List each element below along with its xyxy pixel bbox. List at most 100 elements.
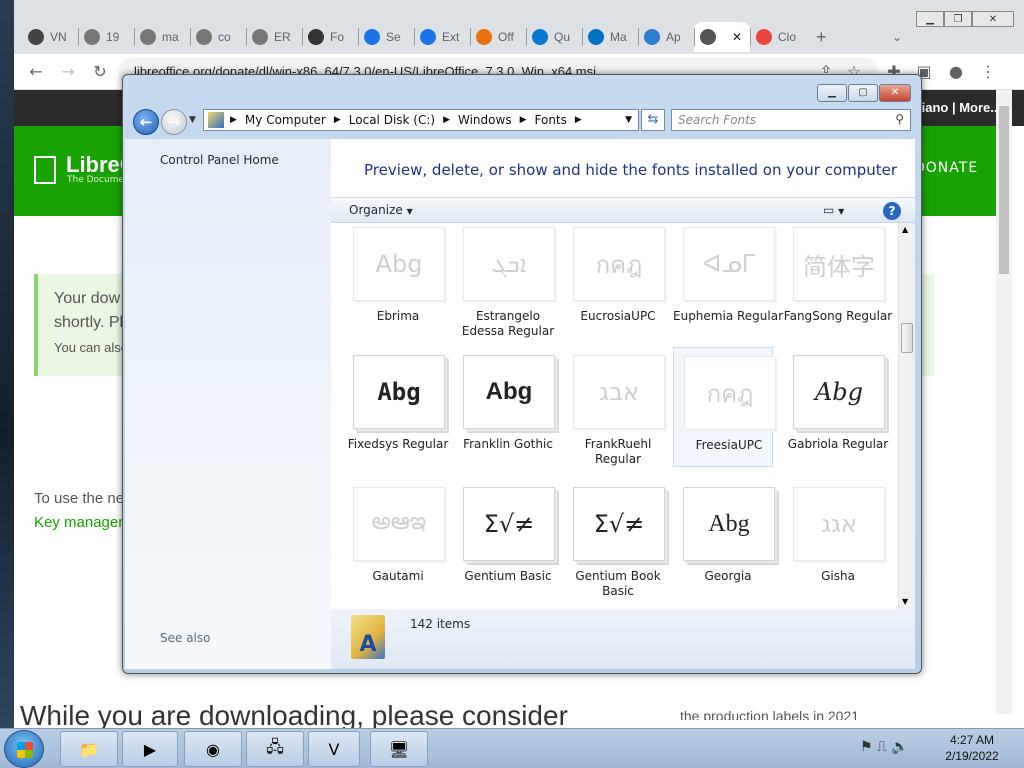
- browser-tab[interactable]: co: [190, 22, 246, 52]
- forward-icon[interactable]: →: [56, 60, 80, 84]
- maximize-button[interactable]: ❐: [944, 11, 972, 27]
- tab-search-dropdown-icon[interactable]: ⌄: [886, 22, 908, 52]
- taskbar-vscode-icon[interactable]: V: [308, 731, 360, 767]
- help-icon[interactable]: ?: [883, 202, 901, 220]
- taskbar-explorer-icon[interactable]: 📁: [60, 731, 118, 767]
- browser-tab[interactable]: ✕: [694, 22, 750, 52]
- browser-tab[interactable]: Ext: [414, 22, 470, 52]
- back-icon[interactable]: ←: [24, 60, 48, 84]
- control-panel-home-link[interactable]: Control Panel Home: [160, 153, 279, 167]
- browser-tab[interactable]: Se: [358, 22, 414, 52]
- reload-icon[interactable]: ↻: [88, 60, 112, 84]
- breadcrumb-fonts[interactable]: Fonts: [535, 113, 567, 127]
- tab-favicon-icon: [252, 29, 268, 45]
- scroll-down-icon[interactable]: ▼: [902, 597, 908, 606]
- volume-icon[interactable]: 🔈: [891, 739, 908, 755]
- font-item[interactable]: 简体字 FangSong Regular: [783, 223, 892, 339]
- taskbar-clock[interactable]: 4:27 AM 2/19/2022: [940, 732, 1004, 764]
- fonts-scrollbar[interactable]: ▲ ▼: [898, 223, 915, 609]
- taskbar-network-icon[interactable]: 🖧: [246, 731, 304, 767]
- refresh-icon[interactable]: ⇆: [641, 109, 665, 131]
- font-name-label: Gentium Basic: [464, 569, 552, 583]
- explorer-forward-button[interactable]: →: [161, 109, 187, 135]
- search-fonts-input[interactable]: Search Fonts ⚲: [671, 109, 911, 131]
- explorer-maximize-button[interactable]: ▢: [848, 84, 878, 102]
- breadcrumb-windows[interactable]: Windows: [458, 113, 512, 127]
- breadcrumb-local-disk[interactable]: Local Disk (C:): [349, 113, 435, 127]
- breadcrumb-separator-icon[interactable]: ▶: [443, 115, 450, 125]
- browser-tab[interactable]: ma: [134, 22, 190, 52]
- browser-tab[interactable]: Ma: [582, 22, 638, 52]
- tab-label: Qu: [554, 30, 571, 44]
- browser-tab[interactable]: Off: [470, 22, 526, 52]
- explorer-back-button[interactable]: ←: [133, 109, 159, 135]
- font-item[interactable]: אבג FrankRuehl Regular: [563, 347, 665, 467]
- recent-pages-dropdown-icon[interactable]: ▼: [189, 115, 196, 125]
- font-item[interactable]: ᐊᓄᒥ Euphemia Regular: [673, 223, 783, 339]
- site-tagline: The Documen: [67, 175, 130, 185]
- font-preview-icon: 简体字: [793, 227, 885, 301]
- close-tab-icon[interactable]: ✕: [732, 30, 742, 44]
- font-preview-icon: Σ√≠: [573, 487, 665, 561]
- font-item[interactable]: Abg Fixedsys Regular: [343, 347, 448, 467]
- taskbar-chrome-icon[interactable]: ◉: [184, 731, 242, 767]
- new-tab-button[interactable]: +: [810, 22, 833, 52]
- page-scrollbar-thumb[interactable]: [999, 106, 1009, 274]
- network-tray-icon[interactable]: ⎍: [877, 739, 887, 755]
- taskbar-media-player-icon[interactable]: ▶: [122, 731, 178, 767]
- font-item[interactable]: Σ√≠ Gentium Basic: [453, 479, 555, 599]
- profile-avatar-icon[interactable]: ●: [944, 60, 968, 84]
- font-preview-icon: Abg: [793, 355, 885, 429]
- tab-label: Clo: [778, 30, 797, 44]
- browser-tab[interactable]: Qu: [526, 22, 582, 52]
- explorer-address-bar[interactable]: ▶ My Computer ▶ Local Disk (C:) ▶ Window…: [203, 109, 639, 131]
- tab-separator: [694, 28, 695, 46]
- font-item[interactable]: అఆఇ Gautami: [343, 479, 445, 599]
- font-name-label: Fixedsys Regular: [347, 437, 449, 451]
- item-count: 142 items: [410, 617, 471, 631]
- browser-tab[interactable]: 19: [78, 22, 134, 52]
- font-item[interactable]: Abg Ebrima: [343, 223, 445, 339]
- system-tray: ⚑ ⎍ 🔈: [860, 739, 909, 755]
- minimize-button[interactable]: ▁: [916, 11, 944, 27]
- font-preview-icon: Abg: [463, 355, 555, 429]
- browser-tab[interactable]: Clo: [750, 22, 806, 52]
- key-manager-link[interactable]: Key manager: [34, 514, 123, 531]
- breadcrumb-separator-icon[interactable]: ▶: [230, 115, 237, 125]
- menu-kebab-icon[interactable]: ⋮: [976, 60, 1000, 84]
- font-item[interactable]: Abg Georgia: [673, 479, 775, 599]
- browser-tab[interactable]: ER: [246, 22, 302, 52]
- explorer-minimize-button[interactable]: ▁: [817, 84, 847, 102]
- search-icon[interactable]: ⚲: [895, 112, 904, 126]
- tab-label: ER: [274, 30, 291, 44]
- close-button[interactable]: ✕: [972, 11, 1014, 27]
- browser-tab[interactable]: Fo: [302, 22, 358, 52]
- font-item[interactable]: Abg Gabriola Regular: [783, 347, 888, 467]
- tab-separator: [78, 28, 79, 46]
- donate-link[interactable]: DONATE: [914, 160, 978, 176]
- font-item[interactable]: กคฎ FreesiaUPC: [673, 347, 776, 467]
- start-button[interactable]: [4, 730, 44, 768]
- scroll-up-icon[interactable]: ▲: [902, 225, 908, 234]
- explorer-close-button[interactable]: ✕: [879, 84, 911, 102]
- browser-tab[interactable]: VN: [22, 22, 78, 52]
- fonts-scrollbar-thumb[interactable]: [901, 323, 913, 353]
- view-options-icon[interactable]: ▭ ▼: [823, 203, 844, 217]
- taskbar-remote-desktop-icon[interactable]: 🖥: [370, 731, 428, 767]
- address-dropdown-icon[interactable]: ▼: [625, 115, 632, 125]
- font-item[interactable]: กคฎ EucrosiaUPC: [563, 223, 665, 339]
- font-item[interactable]: אגג Gisha: [783, 479, 885, 599]
- font-item[interactable]: ܐܒܓ Estrangelo Edessa Regular: [453, 223, 555, 339]
- breadcrumb-separator-icon[interactable]: ▶: [575, 115, 582, 125]
- breadcrumb-separator-icon[interactable]: ▶: [334, 115, 341, 125]
- breadcrumb-my-computer[interactable]: My Computer: [245, 113, 326, 127]
- font-item[interactable]: Σ√≠ Gentium Book Basic: [563, 479, 665, 599]
- topbar-right-links[interactable]: liano | More...: [918, 100, 1001, 115]
- action-center-flag-icon[interactable]: ⚑: [860, 739, 873, 755]
- page-scrollbar[interactable]: [996, 90, 1012, 714]
- breadcrumb-separator-icon[interactable]: ▶: [520, 115, 527, 125]
- font-item[interactable]: Abg Franklin Gothic: [453, 347, 555, 467]
- browser-tab[interactable]: Ap: [638, 22, 694, 52]
- organize-button[interactable]: Organize ▼: [349, 203, 413, 217]
- tab-favicon-icon: [28, 29, 44, 45]
